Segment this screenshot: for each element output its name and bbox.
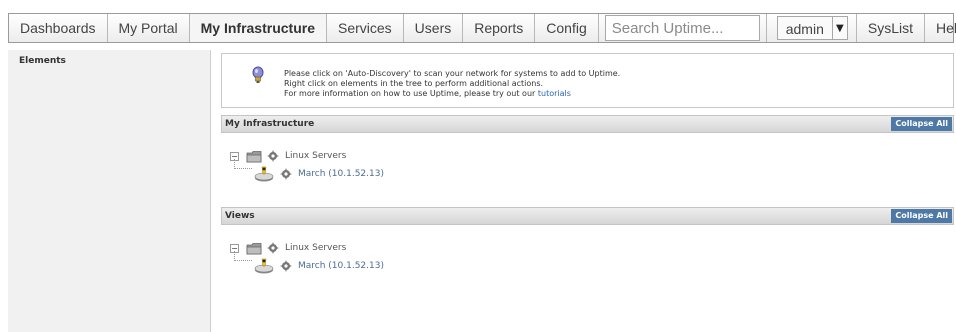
tree-node-label[interactable]: March (10.1.52.13) — [298, 261, 384, 271]
info-line-2: Right click on elements in the tree to p… — [284, 79, 544, 88]
main-navigation: Dashboards My Portal My Infrastructure S… — [8, 13, 956, 43]
tab-help[interactable]: Help — [925, 14, 956, 42]
search-container — [599, 14, 767, 42]
tab-reports[interactable]: Reports — [463, 14, 536, 42]
main-content: Please click on 'Auto-Discovery' to scan… — [221, 50, 954, 332]
user-menu-label[interactable]: admin — [776, 16, 832, 40]
gear-icon[interactable] — [267, 242, 279, 254]
views-header: Views Collapse All — [221, 207, 954, 225]
lightbulb-icon — [251, 66, 265, 88]
tab-config[interactable]: Config — [535, 14, 599, 42]
tree-row-host-march[interactable]: March (10.1.52.13) — [254, 257, 384, 275]
info-text: Please click on 'Auto-Discovery' to scan… — [284, 69, 620, 99]
top-cropped-strip — [0, 0, 956, 10]
tree-node-label[interactable]: March (10.1.52.13) — [298, 169, 384, 179]
tree-connector — [234, 159, 252, 169]
tab-my-infrastructure[interactable]: My Infrastructure — [189, 14, 327, 42]
gear-icon[interactable] — [280, 260, 292, 272]
info-line-1: Please click on 'Auto-Discovery' to scan… — [284, 69, 621, 78]
tree-node-label[interactable]: Linux Servers — [285, 151, 346, 161]
elements-title: Elements — [19, 56, 66, 66]
views-collapse-all-button[interactable]: Collapse All — [891, 209, 952, 223]
tab-my-portal[interactable]: My Portal — [108, 14, 190, 42]
views-title: Views — [225, 211, 255, 221]
info-line-3: For more information on how to use Uptim… — [284, 89, 620, 99]
tab-users[interactable]: Users — [404, 14, 464, 42]
infrastructure-header: My Infrastructure Collapse All — [221, 115, 954, 133]
tree-connector — [234, 251, 252, 261]
tab-services[interactable]: Services — [327, 14, 404, 42]
gear-icon[interactable] — [267, 150, 279, 162]
search-input[interactable] — [604, 15, 760, 41]
infrastructure-collapse-all-button[interactable]: Collapse All — [891, 117, 952, 131]
infrastructure-title: My Infrastructure — [225, 119, 315, 129]
gear-icon[interactable] — [280, 168, 292, 180]
tutorials-link[interactable]: tutorials — [538, 89, 571, 98]
tree-row-host-march[interactable]: March (10.1.52.13) — [254, 165, 384, 183]
info-line-3-text: For more information on how to use Uptim… — [284, 89, 536, 98]
tab-dashboards[interactable]: Dashboards — [9, 14, 108, 42]
tab-syslist[interactable]: SysList — [857, 14, 925, 42]
user-menu[interactable]: admin ▼ — [767, 14, 857, 42]
tree-node-label[interactable]: Linux Servers — [285, 243, 346, 253]
server-icon — [254, 166, 274, 182]
server-icon — [254, 258, 274, 274]
info-box: Please click on 'Auto-Discovery' to scan… — [221, 53, 954, 108]
chevron-down-icon[interactable]: ▼ — [831, 16, 848, 40]
elements-panel: Elements — [8, 50, 211, 332]
